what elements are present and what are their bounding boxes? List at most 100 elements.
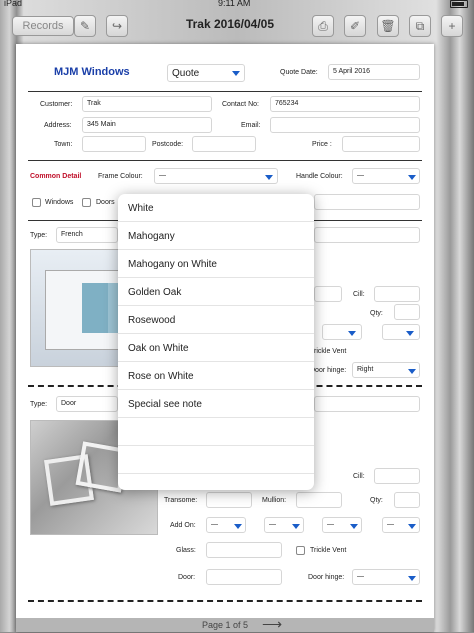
price-field[interactable] [342,136,420,152]
cill-label: Cill: [353,473,365,480]
common-detail-label: Common Detail [30,173,82,180]
chevron-down-icon [292,524,300,529]
frame-colour-popover: White Mahogany Mahogany on White Golden … [118,194,314,490]
type-field[interactable]: French [56,227,118,243]
option-white[interactable]: White [118,194,314,222]
customer-label: Customer: [40,101,73,108]
price-label: Price : [312,141,332,148]
option-golden-oak[interactable]: Golden Oak [118,278,314,306]
glass-label: Glass: [176,547,196,554]
share-icon[interactable]: ↪ [106,15,128,37]
addon-select[interactable] [322,324,362,340]
door-hinge-label: Door hinge: [310,367,347,374]
cill-label: Cill: [353,291,365,298]
frame-colour-label: Frame Colour: [98,173,143,180]
trash-icon[interactable]: 🗑 [377,15,399,37]
wrench-icon[interactable]: ✐ [344,15,366,37]
chevron-down-icon [234,524,242,529]
add-on-label: Add On: [170,522,196,529]
postcode-label: Postcode: [152,141,184,148]
windows-checkbox[interactable] [32,198,41,207]
transome-label: Transome: [164,497,198,504]
notes-field[interactable] [314,396,420,412]
option-empty[interactable] [118,418,314,446]
page-title: Trak 2016/04/05 [185,17,275,31]
postcode-field[interactable] [192,136,256,152]
town-field[interactable] [82,136,146,152]
chevron-down-icon [348,331,356,336]
divider [28,160,422,161]
qty-field[interactable] [394,304,420,320]
quote-date-label: Quote Date: [280,69,318,76]
doors-checkbox[interactable] [82,198,91,207]
contact-label: Contact No: [222,101,259,108]
handle-colour-label: Handle Colour: [296,173,343,180]
quote-date-field[interactable]: 5 April 2016 [328,64,420,80]
item-divider [28,600,422,602]
type-field[interactable]: Door [56,396,118,412]
chevron-down-icon [408,576,416,581]
common-extra-field[interactable] [314,194,420,210]
option-special-see-note[interactable]: Special see note [118,390,314,418]
option-oak-on-white[interactable]: Oak on White [118,334,314,362]
option-rosewood[interactable]: Rosewood [118,306,314,334]
door-label: Door: [178,574,196,581]
chevron-down-icon [232,71,240,76]
next-page-arrow-icon[interactable]: ⟶ [262,616,282,633]
address-label: Address: [44,122,72,129]
glass-field[interactable] [206,542,282,558]
option-mahogany-on-white[interactable]: Mahogany on White [118,250,314,278]
town-label: Town: [54,141,73,148]
page-indicator: Page 1 of 5 [202,620,249,630]
door-hinge-label: Door hinge: [308,574,345,581]
type-label: Type: [30,232,48,239]
chevron-down-icon [408,175,416,180]
chevron-down-icon [265,175,273,180]
trickle-vent-label: Trickle Vent [310,348,347,355]
page-footer: Page 1 of 5 ⟶ [16,616,434,633]
door-field[interactable] [206,569,282,585]
pencil-icon[interactable]: ✎ [74,15,96,37]
mullion-field[interactable] [314,286,342,302]
email-field[interactable] [270,117,420,133]
doors-label: Doors [96,199,115,206]
trickle-vent-checkbox[interactable] [296,546,305,555]
chevron-down-icon [408,369,416,374]
add-icon[interactable]: + [441,15,463,37]
print-icon[interactable]: ⎙ [312,15,334,37]
option-empty[interactable] [118,446,314,474]
battery-icon [450,0,468,8]
cill-field[interactable] [374,286,420,302]
qty-label: Qty: [370,497,383,504]
type-label: Type: [30,401,48,408]
option-rose-on-white[interactable]: Rose on White [118,362,314,390]
windows-label: Windows [45,199,74,206]
mullion-label: Mullion: [262,497,287,504]
contact-field[interactable]: 765234 [270,96,420,112]
status-bar: iPad 9:11 AM [0,0,474,11]
address-field[interactable]: 345 Main [82,117,212,133]
chevron-down-icon [350,524,358,529]
clock: 9:11 AM [218,0,251,8]
window-pane [82,283,108,333]
frame-colour-select[interactable]: — [154,168,278,184]
transome-field[interactable] [206,492,252,508]
copy-icon[interactable]: ⧉ [409,15,431,37]
addon-select[interactable] [382,324,420,340]
mullion-field[interactable] [296,492,342,508]
qty-field[interactable] [394,492,420,508]
brand-title: MJM Windows [54,66,130,78]
chevron-down-icon [408,524,416,529]
notes-field[interactable] [314,227,420,243]
divider [28,91,422,92]
trickle-vent-label: Trickle Vent [310,547,347,554]
email-label: Email: [241,122,261,129]
customer-field[interactable]: Trak [82,96,212,112]
cill-field[interactable] [374,468,420,484]
chevron-down-icon [406,331,414,336]
qty-label: Qty: [370,310,383,317]
toolbar: Records ✎ ↪ Trak 2016/04/05 ⎙ ✐ 🗑 ⧉ + [0,11,474,41]
carrier-label: iPad [4,0,23,8]
records-button[interactable]: Records [12,16,74,36]
option-mahogany[interactable]: Mahogany [118,222,314,250]
